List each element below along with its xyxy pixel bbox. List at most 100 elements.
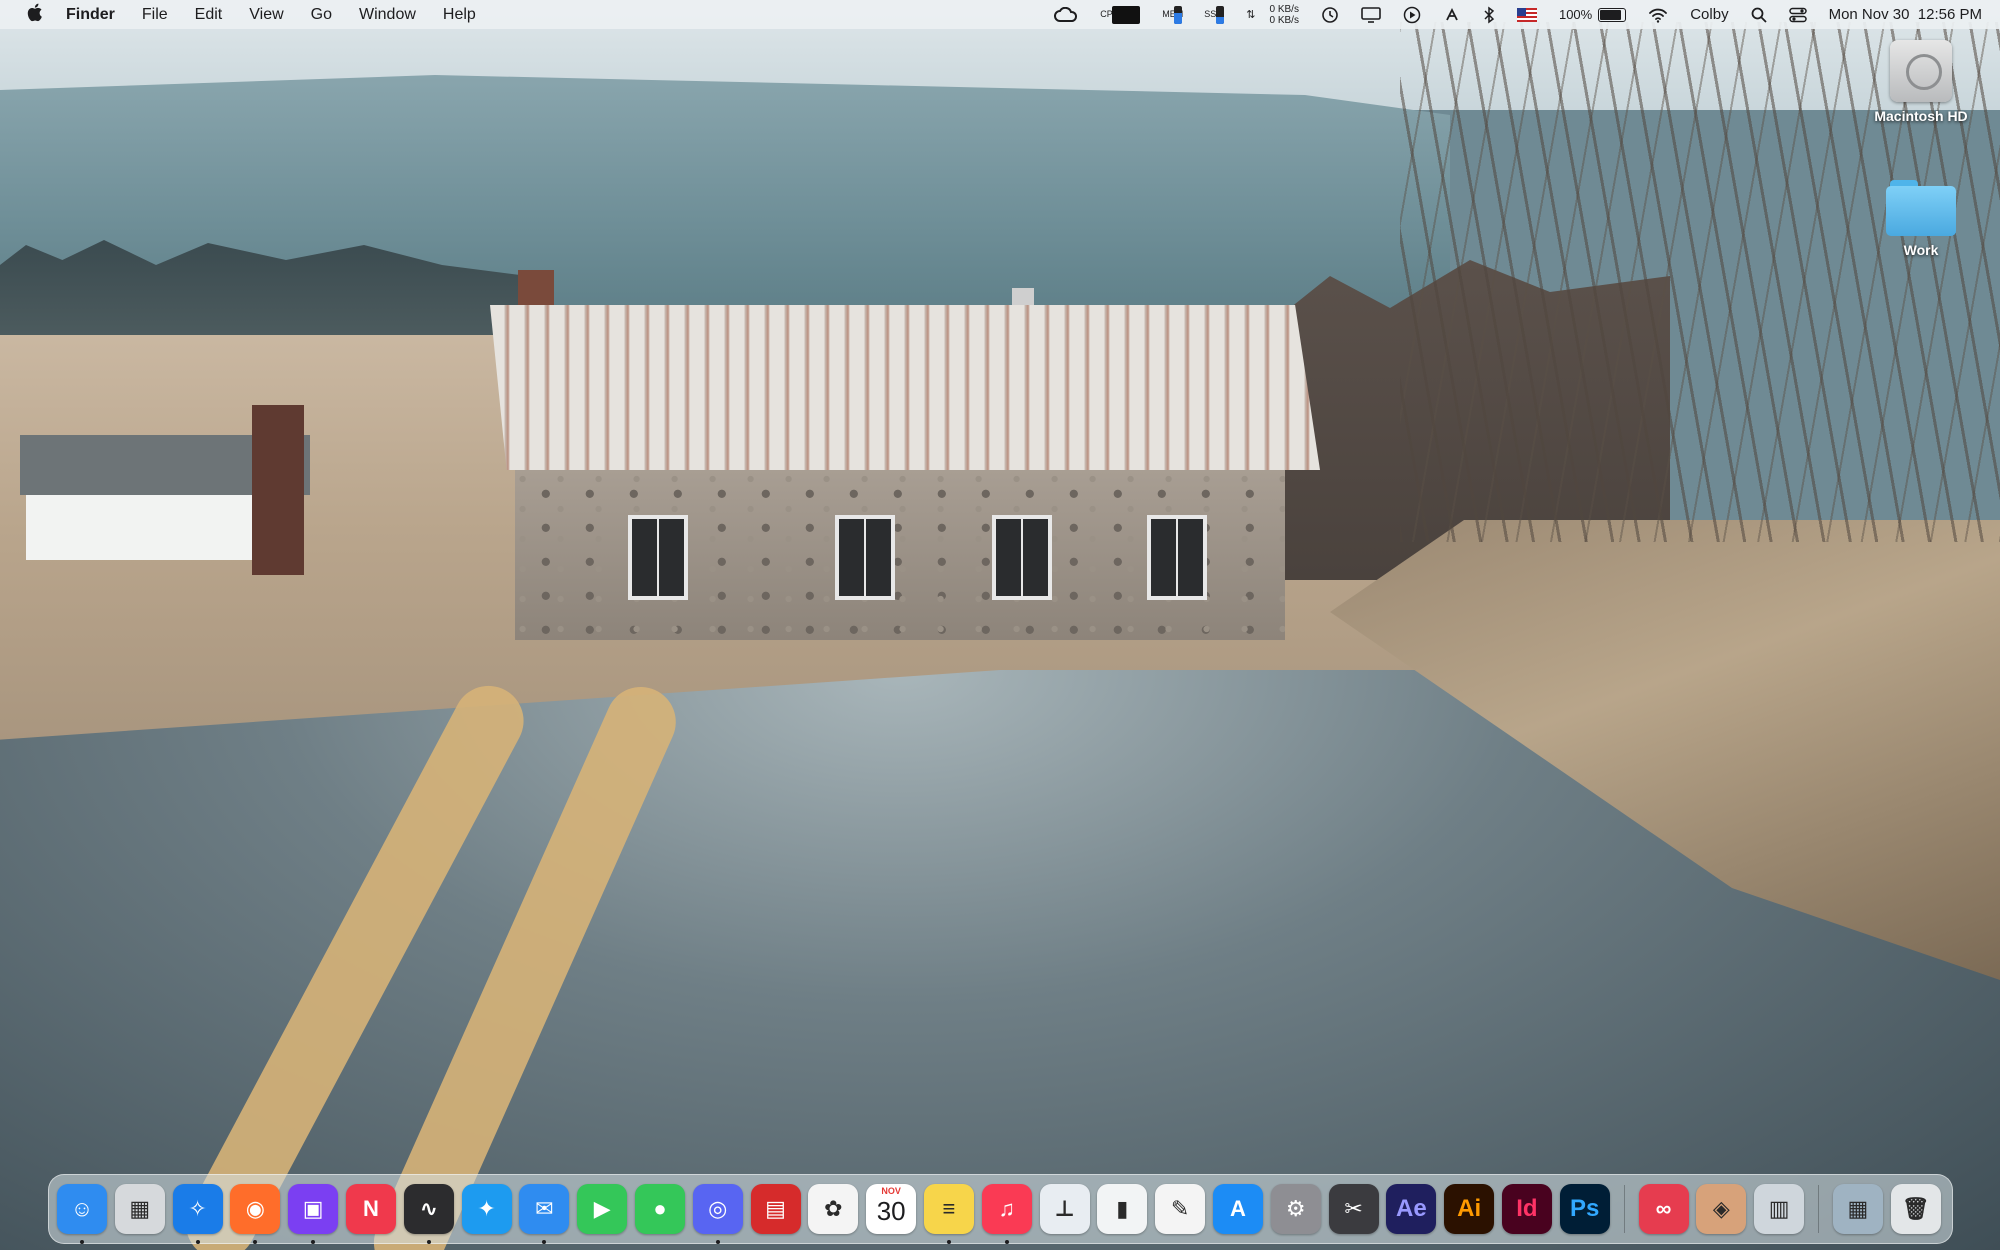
safari-icon: ✧ xyxy=(188,1196,207,1221)
finder-icon: ☺ xyxy=(70,1196,94,1221)
time-machine-icon[interactable] xyxy=(1321,6,1339,24)
dock-app-preview[interactable]: ▥ xyxy=(1754,1184,1805,1234)
calendar-month: NOV xyxy=(881,1186,901,1196)
downloads-stack-icon: ▦ xyxy=(1847,1196,1869,1221)
apple-logo-icon[interactable] xyxy=(24,3,44,27)
input-source-flag-icon[interactable] xyxy=(1516,7,1537,22)
dock-app-keynote[interactable]: ⊥ xyxy=(1039,1184,1090,1234)
menu-window[interactable]: Window xyxy=(359,6,416,24)
dock-app-trash[interactable]: 🗑 xyxy=(1890,1184,1941,1234)
photoshop-icon: Ps xyxy=(1570,1195,1600,1222)
menu-file[interactable]: File xyxy=(142,6,168,24)
hard-drive-icon xyxy=(1890,40,1952,102)
dock-app-photo-booth[interactable]: ▤ xyxy=(750,1184,801,1234)
menu-view[interactable]: View xyxy=(249,6,283,24)
cpu-label: CPU xyxy=(1100,9,1120,19)
control-center-icon[interactable] xyxy=(1788,7,1807,23)
creative-cloud-menu-icon[interactable] xyxy=(1054,6,1078,23)
dock-app-messages[interactable]: ● xyxy=(634,1184,685,1234)
keynote-icon: ⊥ xyxy=(1054,1196,1075,1221)
dock-app-activity-monitor[interactable]: ∿ xyxy=(403,1184,454,1244)
indesign-icon: Id xyxy=(1516,1195,1538,1222)
desktop-wallpaper xyxy=(0,0,2000,1250)
network-monitor[interactable]: ⇅ 0 KB/s 0 KB/s xyxy=(1246,4,1299,26)
messages-icon: ● xyxy=(653,1196,667,1221)
dock-app-discord[interactable]: ◎ xyxy=(692,1184,743,1244)
dock-app-downloads-stack[interactable]: ▦ xyxy=(1832,1184,1883,1234)
preview-icon: ▥ xyxy=(1768,1196,1790,1221)
dock-app-pages[interactable]: ✎ xyxy=(1155,1184,1206,1234)
menu-edit[interactable]: Edit xyxy=(195,6,223,24)
dock-app-launchpad[interactable]: ▦ xyxy=(114,1184,165,1234)
dock-app-app-store[interactable]: A xyxy=(1212,1184,1263,1234)
wallpaper-barn xyxy=(20,405,310,575)
twitch-icon: ▣ xyxy=(302,1196,324,1221)
photos-icon: ✿ xyxy=(824,1196,843,1221)
desktop-icon-label: Macintosh HD xyxy=(1874,108,1968,124)
user-name[interactable]: Colby xyxy=(1690,6,1728,23)
media-play-icon[interactable] xyxy=(1403,6,1421,24)
menu-go[interactable]: Go xyxy=(311,6,332,24)
network-download-rate: 0 KB/s xyxy=(1269,14,1299,26)
dock-separator xyxy=(1623,1185,1625,1233)
firefox-icon: ◉ xyxy=(245,1196,265,1221)
dock-app-illustrator[interactable]: Ai xyxy=(1444,1184,1495,1234)
photo-booth-icon: ▤ xyxy=(765,1196,786,1221)
dock-app-notes[interactable]: ≡ xyxy=(923,1184,974,1244)
wallpaper-stone-house xyxy=(490,270,1320,670)
calendar-day: 30 xyxy=(876,1196,906,1226)
dock-app-music[interactable]: ♫ xyxy=(981,1184,1032,1244)
activity-monitor-icon: ∿ xyxy=(419,1196,438,1221)
desktop-icon-macintosh-hd[interactable]: Macintosh HD xyxy=(1866,40,1976,124)
ssd-monitor[interactable]: SSD xyxy=(1204,5,1225,24)
dock-app-facetime[interactable]: ▶ xyxy=(577,1184,628,1234)
menu-app-finder[interactable]: Finder xyxy=(66,6,115,24)
battery-percent: 100% xyxy=(1558,7,1593,22)
dock-app-twitch[interactable]: ▣ xyxy=(288,1184,339,1244)
menu-bar: Finder File Edit View Go Window Help CPU… xyxy=(0,0,2000,29)
dock-app-calendar[interactable]: NOV 30 xyxy=(866,1184,917,1234)
app-menu-extra-icon[interactable] xyxy=(1443,6,1461,24)
notes-icon: ≡ xyxy=(942,1196,956,1221)
dock-app-news[interactable]: N xyxy=(345,1184,396,1234)
folder-icon xyxy=(1886,180,1956,236)
dock-app-twitter[interactable]: ✦ xyxy=(461,1184,512,1234)
installer-icon: ◈ xyxy=(1712,1196,1730,1221)
dock-app-mail[interactable]: ✉ xyxy=(519,1184,570,1244)
clock-datetime[interactable]: Mon Nov 30 12:56 PM xyxy=(1829,6,1982,23)
numbers-icon: ▮ xyxy=(1116,1196,1129,1221)
dock-app-finder[interactable]: ☺ xyxy=(57,1184,107,1244)
desktop-icon-work[interactable]: Work xyxy=(1866,176,1976,258)
memory-monitor[interactable]: MEM xyxy=(1162,5,1183,24)
spotlight-search-icon[interactable] xyxy=(1751,7,1767,23)
dock-app-numbers[interactable]: ▮ xyxy=(1097,1184,1148,1234)
desktop-icon-label: Work xyxy=(1903,242,1939,258)
dock-app-final-cut-pro[interactable]: ✂ xyxy=(1328,1184,1379,1234)
dock-app-installer[interactable]: ◈ xyxy=(1696,1184,1747,1234)
dock-app-photoshop[interactable]: Ps xyxy=(1559,1184,1610,1234)
dock-app-safari[interactable]: ✧ xyxy=(172,1184,223,1244)
ssd-label: SSD xyxy=(1204,9,1223,19)
mail-icon: ✉ xyxy=(535,1196,554,1221)
dock-app-after-effects[interactable]: Ae xyxy=(1386,1184,1437,1234)
bluetooth-icon[interactable] xyxy=(1483,6,1495,24)
system-preferences-icon: ⚙ xyxy=(1285,1196,1306,1221)
trash-icon: 🗑 xyxy=(1901,1196,1930,1221)
app-store-icon: A xyxy=(1229,1196,1246,1221)
display-icon[interactable] xyxy=(1361,6,1381,23)
dock-app-indesign[interactable]: Id xyxy=(1501,1184,1552,1234)
memory-bar xyxy=(1174,5,1183,24)
dock-app-firefox[interactable]: ◉ xyxy=(230,1184,281,1244)
dock-app-photos[interactable]: ✿ xyxy=(808,1184,859,1234)
illustrator-icon: Ai xyxy=(1457,1195,1482,1222)
news-icon: N xyxy=(363,1196,379,1221)
dock-app-creative-cloud[interactable]: ∞ xyxy=(1638,1184,1689,1234)
menu-help[interactable]: Help xyxy=(443,6,476,24)
wifi-icon[interactable] xyxy=(1648,7,1668,23)
battery-status[interactable]: 100% xyxy=(1558,7,1627,22)
after-effects-icon: Ae xyxy=(1395,1195,1427,1222)
dock-app-system-preferences[interactable]: ⚙ xyxy=(1270,1184,1321,1234)
creative-cloud-icon: ∞ xyxy=(1655,1196,1672,1221)
dock-separator xyxy=(1817,1185,1819,1233)
cpu-monitor[interactable]: CPU xyxy=(1100,5,1141,24)
